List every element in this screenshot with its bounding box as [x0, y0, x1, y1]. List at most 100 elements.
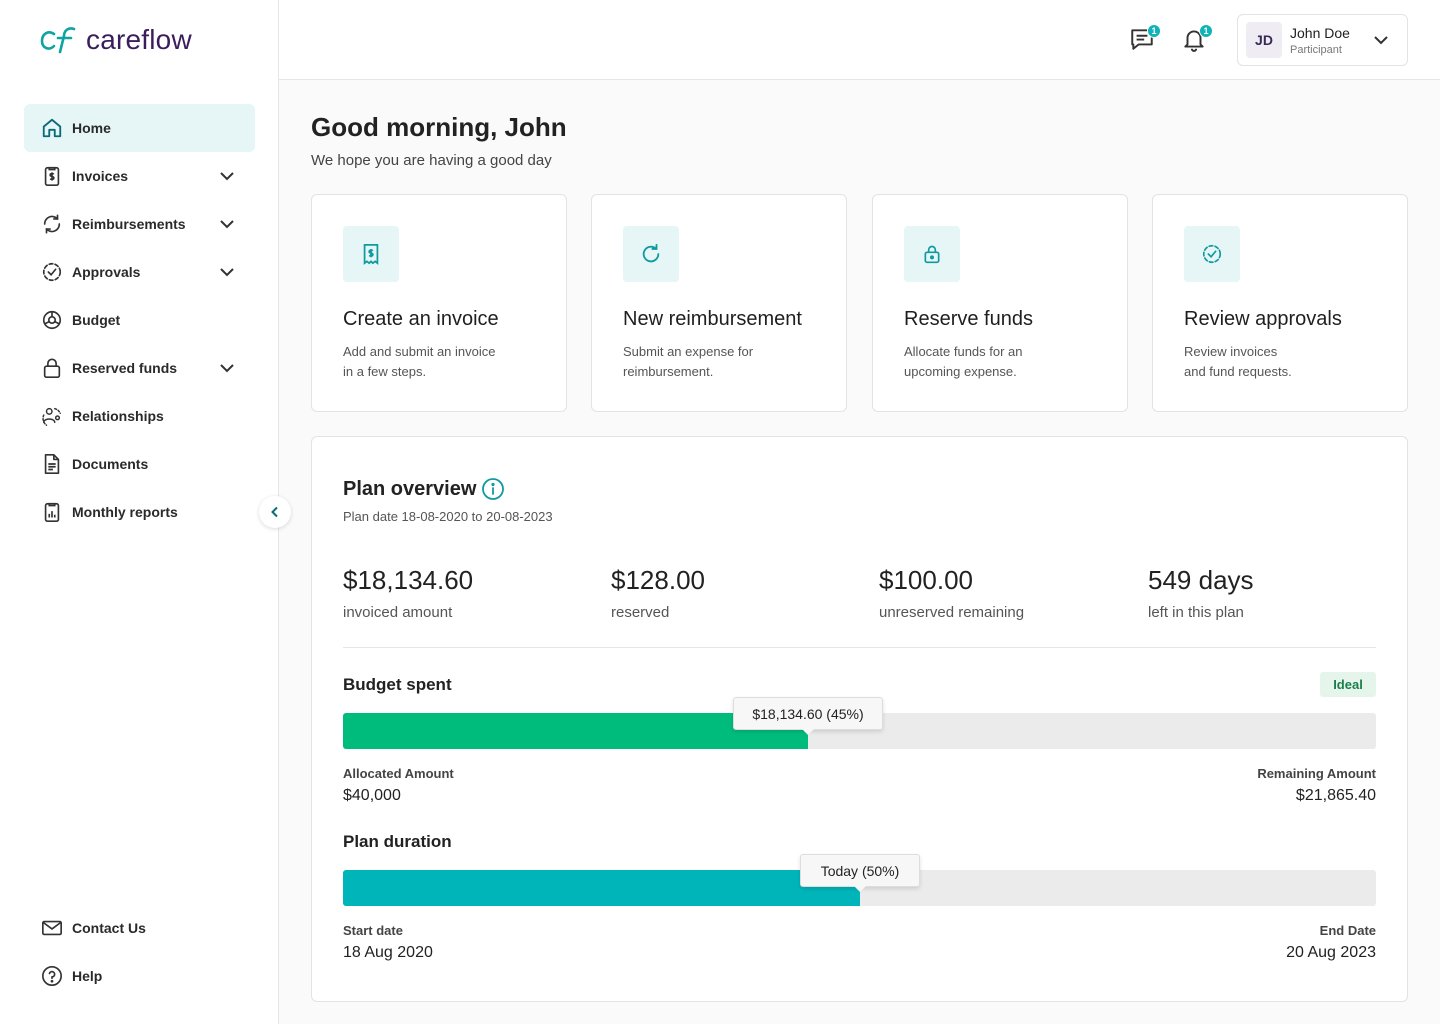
help-icon [40, 964, 64, 988]
stat-reserved: $128.00 reserved [611, 565, 705, 621]
card-title: Review approvals [1184, 308, 1342, 330]
chevron-down-icon [1373, 35, 1389, 45]
chevron-left-icon [271, 506, 278, 518]
chevron-down-icon[interactable] [217, 358, 237, 378]
sidebar-item-reserved-funds[interactable]: Reserved funds [24, 344, 255, 392]
sidebar-item-help[interactable]: Help [24, 952, 255, 1000]
check-circle-icon [40, 260, 64, 284]
start-date-value: 18 Aug 2020 [343, 944, 433, 961]
card-review-approvals[interactable]: Review approvals Review invoices and fun… [1152, 194, 1408, 412]
notifications-badge: 1 [1199, 24, 1213, 38]
plan-date-range: Plan date 18-08-2020 to 20-08-2023 [343, 509, 553, 524]
collapse-sidebar-button[interactable] [259, 496, 291, 528]
sidebar-item-label: Contact Us [72, 920, 146, 936]
invoice-icon [40, 164, 64, 188]
chevron-down-icon[interactable] [217, 166, 237, 186]
user-name: John Doe [1290, 24, 1350, 41]
sidebar-item-approvals[interactable]: Approvals [24, 248, 255, 296]
remaining-amount-value: $21,865.40 [1295, 787, 1376, 804]
duration-tooltip: Today (50%) [800, 854, 920, 892]
sidebar-item-label: Budget [72, 312, 121, 328]
sidebar-item-label: Relationships [72, 408, 164, 424]
sidebar-item-label: Reserved funds [72, 360, 178, 376]
sidebar-item-label: Invoices [72, 168, 129, 184]
sidebar-item-documents[interactable]: Documents [24, 440, 255, 488]
info-icon[interactable] [481, 477, 505, 501]
document-icon [40, 452, 64, 476]
sidebar-item-relationships[interactable]: Relationships [24, 392, 255, 440]
duration-progress-fill [343, 870, 860, 906]
page-subtitle: We hope you are having a good day [311, 152, 552, 169]
report-icon [40, 500, 64, 524]
sidebar-footer: Contact Us Help [24, 904, 255, 1000]
invoice-icon [343, 226, 399, 282]
sidebar-item-label: Reimbursements [72, 216, 186, 232]
end-date-label: End Date [1319, 923, 1376, 938]
sidebar-item-label: Home [72, 120, 111, 136]
sidebar-item-invoices[interactable]: Invoices [24, 152, 255, 200]
mail-icon [40, 916, 64, 940]
allocated-amount-label: Allocated Amount [343, 766, 454, 781]
card-description: Allocate funds for an upcoming expense. [904, 344, 1023, 379]
sidebar-item-label: Documents [72, 456, 149, 472]
start-date-label: Start date [343, 923, 403, 938]
chevron-down-icon[interactable] [217, 262, 237, 282]
card-title: Create an invoice [343, 308, 499, 330]
plan-overview-panel: Plan overview Plan date 18-08-2020 to 20… [311, 436, 1408, 1002]
refresh-icon [623, 226, 679, 282]
sidebar-item-monthly-reports[interactable]: Monthly reports [24, 488, 255, 536]
messages-badge: 1 [1147, 24, 1161, 38]
user-menu[interactable]: JD John Doe Participant [1237, 14, 1408, 66]
card-title: New reimbursement [623, 308, 802, 330]
card-reserve-funds[interactable]: Reserve funds Allocate funds for an upco… [872, 194, 1128, 412]
stat-days-left: 549 days left in this plan [1148, 565, 1254, 621]
card-create-invoice[interactable]: Create an invoice Add and submit an invo… [311, 194, 567, 412]
messages-button[interactable]: 1 [1129, 24, 1161, 54]
stat-value: 549 days [1148, 565, 1254, 595]
lock-icon [904, 226, 960, 282]
card-description: Add and submit an invoice in a few steps… [343, 344, 496, 379]
sidebar: careflow Home Invoices Reimbursements Ap… [0, 0, 279, 1024]
sidebar-item-home[interactable]: Home [24, 104, 255, 152]
relationships-icon [40, 404, 64, 428]
user-meta: John Doe Participant [1290, 25, 1373, 56]
check-circle-icon [1184, 226, 1240, 282]
stat-label: left in this plan [1148, 604, 1244, 621]
sidebar-item-label: Monthly reports [72, 504, 178, 520]
logo-text: careflow [86, 24, 192, 55]
refresh-icon [40, 212, 64, 236]
end-date-value: 20 Aug 2023 [1286, 944, 1376, 961]
remaining-amount-label: Remaining Amount [1257, 766, 1376, 781]
careflow-logo-icon [40, 27, 76, 54]
budget-spent-title: Budget spent [343, 675, 452, 694]
status-badge: Ideal [1320, 672, 1376, 697]
stat-invoiced-amount: $18,134.60 invoiced amount [343, 565, 473, 621]
card-new-reimbursement[interactable]: New reimbursement Submit an expense for … [591, 194, 847, 412]
sidebar-item-contact-us[interactable]: Contact Us [24, 904, 255, 952]
careflow-logo[interactable]: careflow [40, 24, 192, 56]
plan-duration-title: Plan duration [343, 832, 452, 851]
home-icon [40, 116, 64, 140]
notifications-button[interactable]: 1 [1181, 24, 1213, 54]
sidebar-item-label: Help [72, 968, 103, 984]
sidebar-item-budget[interactable]: Budget [24, 296, 255, 344]
allocated-amount-value: $40,000 [343, 787, 401, 804]
stat-label: reserved [611, 604, 670, 621]
budget-tooltip: $18,134.60 (45%) [733, 697, 883, 735]
stat-value: $128.00 [611, 565, 705, 595]
stat-value: $100.00 [879, 565, 973, 595]
stat-label: unreserved remaining [879, 604, 1025, 621]
stat-value: $18,134.60 [343, 565, 474, 595]
card-title: Reserve funds [904, 308, 1033, 330]
lock-icon [40, 356, 64, 380]
plan-overview-title: Plan overview [343, 478, 477, 500]
card-description: Submit an expense for reimbursement. [623, 344, 754, 379]
user-role: Participant [1290, 43, 1342, 56]
budget-icon [40, 308, 64, 332]
sidebar-item-reimbursements[interactable]: Reimbursements [24, 200, 255, 248]
stat-unreserved-remaining: $100.00 unreserved remaining [879, 565, 1024, 621]
card-description: Review invoices and fund requests. [1184, 344, 1292, 379]
chevron-down-icon[interactable] [217, 214, 237, 234]
sidebar-nav: Home Invoices Reimbursements Approvals B… [24, 104, 255, 536]
sidebar-item-label: Approvals [72, 264, 141, 280]
